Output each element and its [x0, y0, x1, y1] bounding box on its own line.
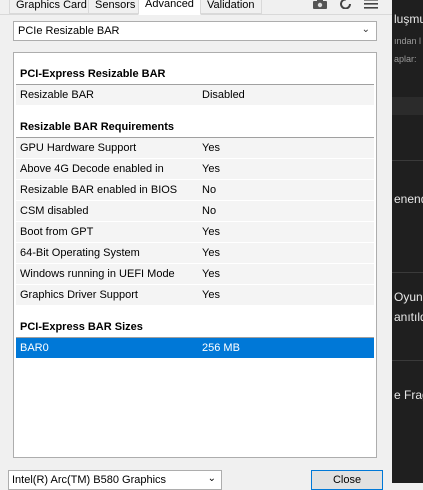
background-text: aplar: — [394, 54, 417, 64]
tab-validation[interactable]: Validation — [200, 0, 262, 14]
background-text: e Frag — [394, 388, 423, 402]
background-app-window: luşmu ından l aplar: enend Oyun anıtıld … — [392, 0, 423, 483]
menu-icon[interactable] — [364, 0, 378, 12]
section-title-bar-sizes: PCI-Express BAR Sizes — [20, 321, 143, 333]
row-key: Graphics Driver Support — [20, 289, 138, 301]
gpu-select-dropdown[interactable]: Intel(R) Arc(TM) B580 Graphics ⌄ — [8, 470, 222, 490]
table-row[interactable]: CSM disabled No — [16, 201, 374, 222]
background-text: ından l — [394, 36, 422, 46]
refresh-icon[interactable] — [340, 0, 352, 12]
camera-icon[interactable] — [312, 0, 328, 12]
divider — [392, 272, 423, 273]
row-key: CSM disabled — [20, 205, 89, 217]
table-row[interactable]: Windows running in UEFI Mode Yes — [16, 264, 374, 285]
row-value: Yes — [202, 247, 220, 259]
table-row[interactable]: Resizable BAR Disabled — [16, 85, 374, 106]
row-key: 64-Bit Operating System — [20, 247, 140, 259]
gpu-info-window: Graphics Card Sensors Advanced Validatio… — [0, 0, 392, 490]
row-key: Above 4G Decode enabled in — [20, 163, 164, 175]
gpu-select-value: Intel(R) Arc(TM) B580 Graphics — [12, 474, 167, 486]
table-row[interactable]: 64-Bit Operating System Yes — [16, 243, 374, 264]
row-key: BAR0 — [20, 342, 49, 354]
row-value: No — [202, 184, 217, 196]
row-key: Windows running in UEFI Mode — [20, 268, 175, 280]
section-title-pcie: PCI-Express Resizable BAR — [20, 68, 166, 80]
background-text: Oyun — [394, 290, 423, 304]
divider — [392, 160, 423, 161]
divider — [392, 360, 423, 361]
row-value: Yes — [202, 268, 220, 280]
row-value: Disabled — [202, 89, 245, 101]
table-row[interactable]: Resizable BAR enabled in BIOS No — [16, 180, 374, 201]
chevron-down-icon: ⌄ — [207, 473, 216, 484]
table-row-selected[interactable]: BAR0 256 MB — [16, 338, 374, 359]
row-value: Yes — [202, 226, 220, 238]
section-title-requirements: Resizable BAR Requirements — [20, 121, 175, 133]
details-panel: PCI-Express Resizable BAR Resizable BAR … — [13, 52, 377, 458]
background-bar — [392, 97, 423, 115]
row-key: GPU Hardware Support — [20, 142, 137, 154]
table-row[interactable]: Above 4G Decode enabled in Yes — [16, 159, 374, 180]
row-value: Yes — [202, 289, 220, 301]
category-dropdown[interactable]: PCIe Resizable BAR ⌄ — [13, 21, 377, 41]
row-value: Yes — [202, 163, 220, 175]
row-key: Resizable BAR — [20, 89, 94, 101]
row-value: Yes — [202, 142, 220, 154]
tab-advanced[interactable]: Advanced — [138, 0, 201, 15]
table-row[interactable]: Boot from GPT Yes — [16, 222, 374, 243]
row-key: Resizable BAR enabled in BIOS — [20, 184, 178, 196]
row-value: 256 MB — [202, 342, 240, 354]
background-text: luşmu — [394, 12, 423, 26]
tab-sensors[interactable]: Sensors — [88, 0, 143, 14]
tab-bar: Graphics Card Sensors Advanced Validatio… — [0, 0, 392, 15]
chevron-down-icon: ⌄ — [361, 24, 370, 35]
background-text: anıtıld — [394, 310, 423, 324]
table-row[interactable]: Graphics Driver Support Yes — [16, 285, 374, 306]
row-key: Boot from GPT — [20, 226, 94, 238]
row-value: No — [202, 205, 217, 217]
category-dropdown-value: PCIe Resizable BAR — [18, 25, 120, 37]
table-row[interactable]: GPU Hardware Support Yes — [16, 138, 374, 159]
close-button[interactable]: Close — [311, 470, 383, 490]
background-text: enend — [394, 192, 423, 206]
tab-graphics-card[interactable]: Graphics Card — [9, 0, 94, 14]
